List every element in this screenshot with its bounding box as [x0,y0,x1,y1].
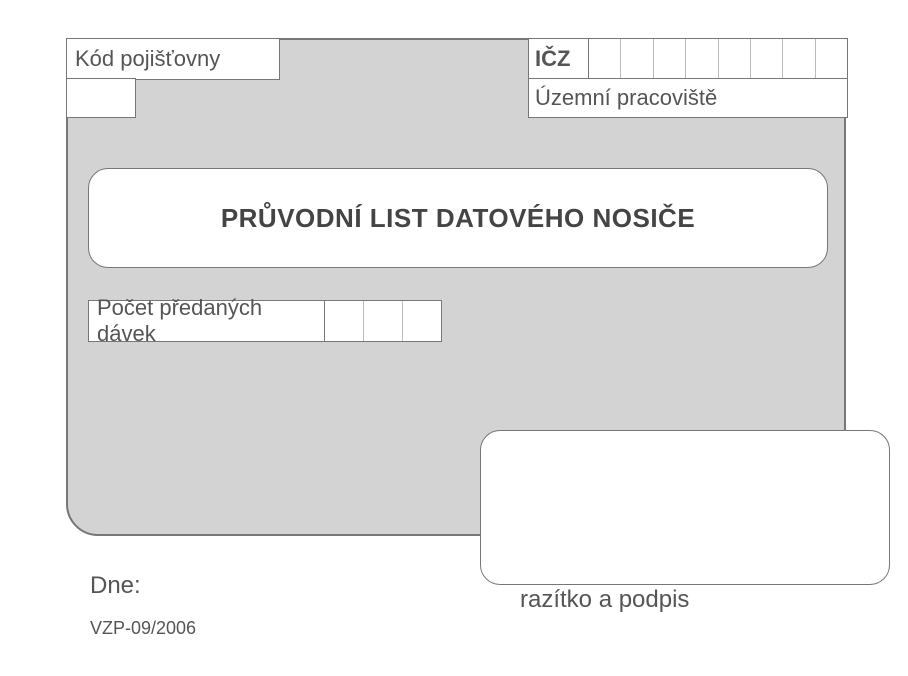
uzemni-pracoviste-label: Územní pracoviště [535,85,717,111]
form-id: VZP-09/2006 [90,618,196,639]
pocet-davek-label-box: Počet předaných dávek [88,300,326,342]
date-label: Dne: [90,572,141,600]
kod-pojistovny-label: Kód pojišťovny [75,46,220,72]
uzemni-pracoviste-row[interactable]: Územní pracoviště [528,78,848,118]
icz-label-box: IČZ [528,38,590,80]
stamp-signature-box[interactable] [480,430,890,585]
form-card: Kód pojišťovny IČZ Územní pracoviště PRŮ… [66,38,846,536]
kod-pojistovny-input[interactable] [66,78,136,118]
icz-input-cells[interactable] [588,38,848,80]
form-title: PRŮVODNÍ LIST DATOVÉHO NOSIČE [221,203,695,234]
stamp-caption: razítko a podpis [520,586,689,614]
kod-pojistovny-label-box: Kód pojišťovny [66,38,280,80]
icz-label: IČZ [535,46,570,72]
pocet-davek-label: Počet předaných dávek [97,295,325,347]
pocet-davek-input-cells[interactable] [324,300,442,342]
form-title-box: PRŮVODNÍ LIST DATOVÉHO NOSIČE [88,168,828,268]
